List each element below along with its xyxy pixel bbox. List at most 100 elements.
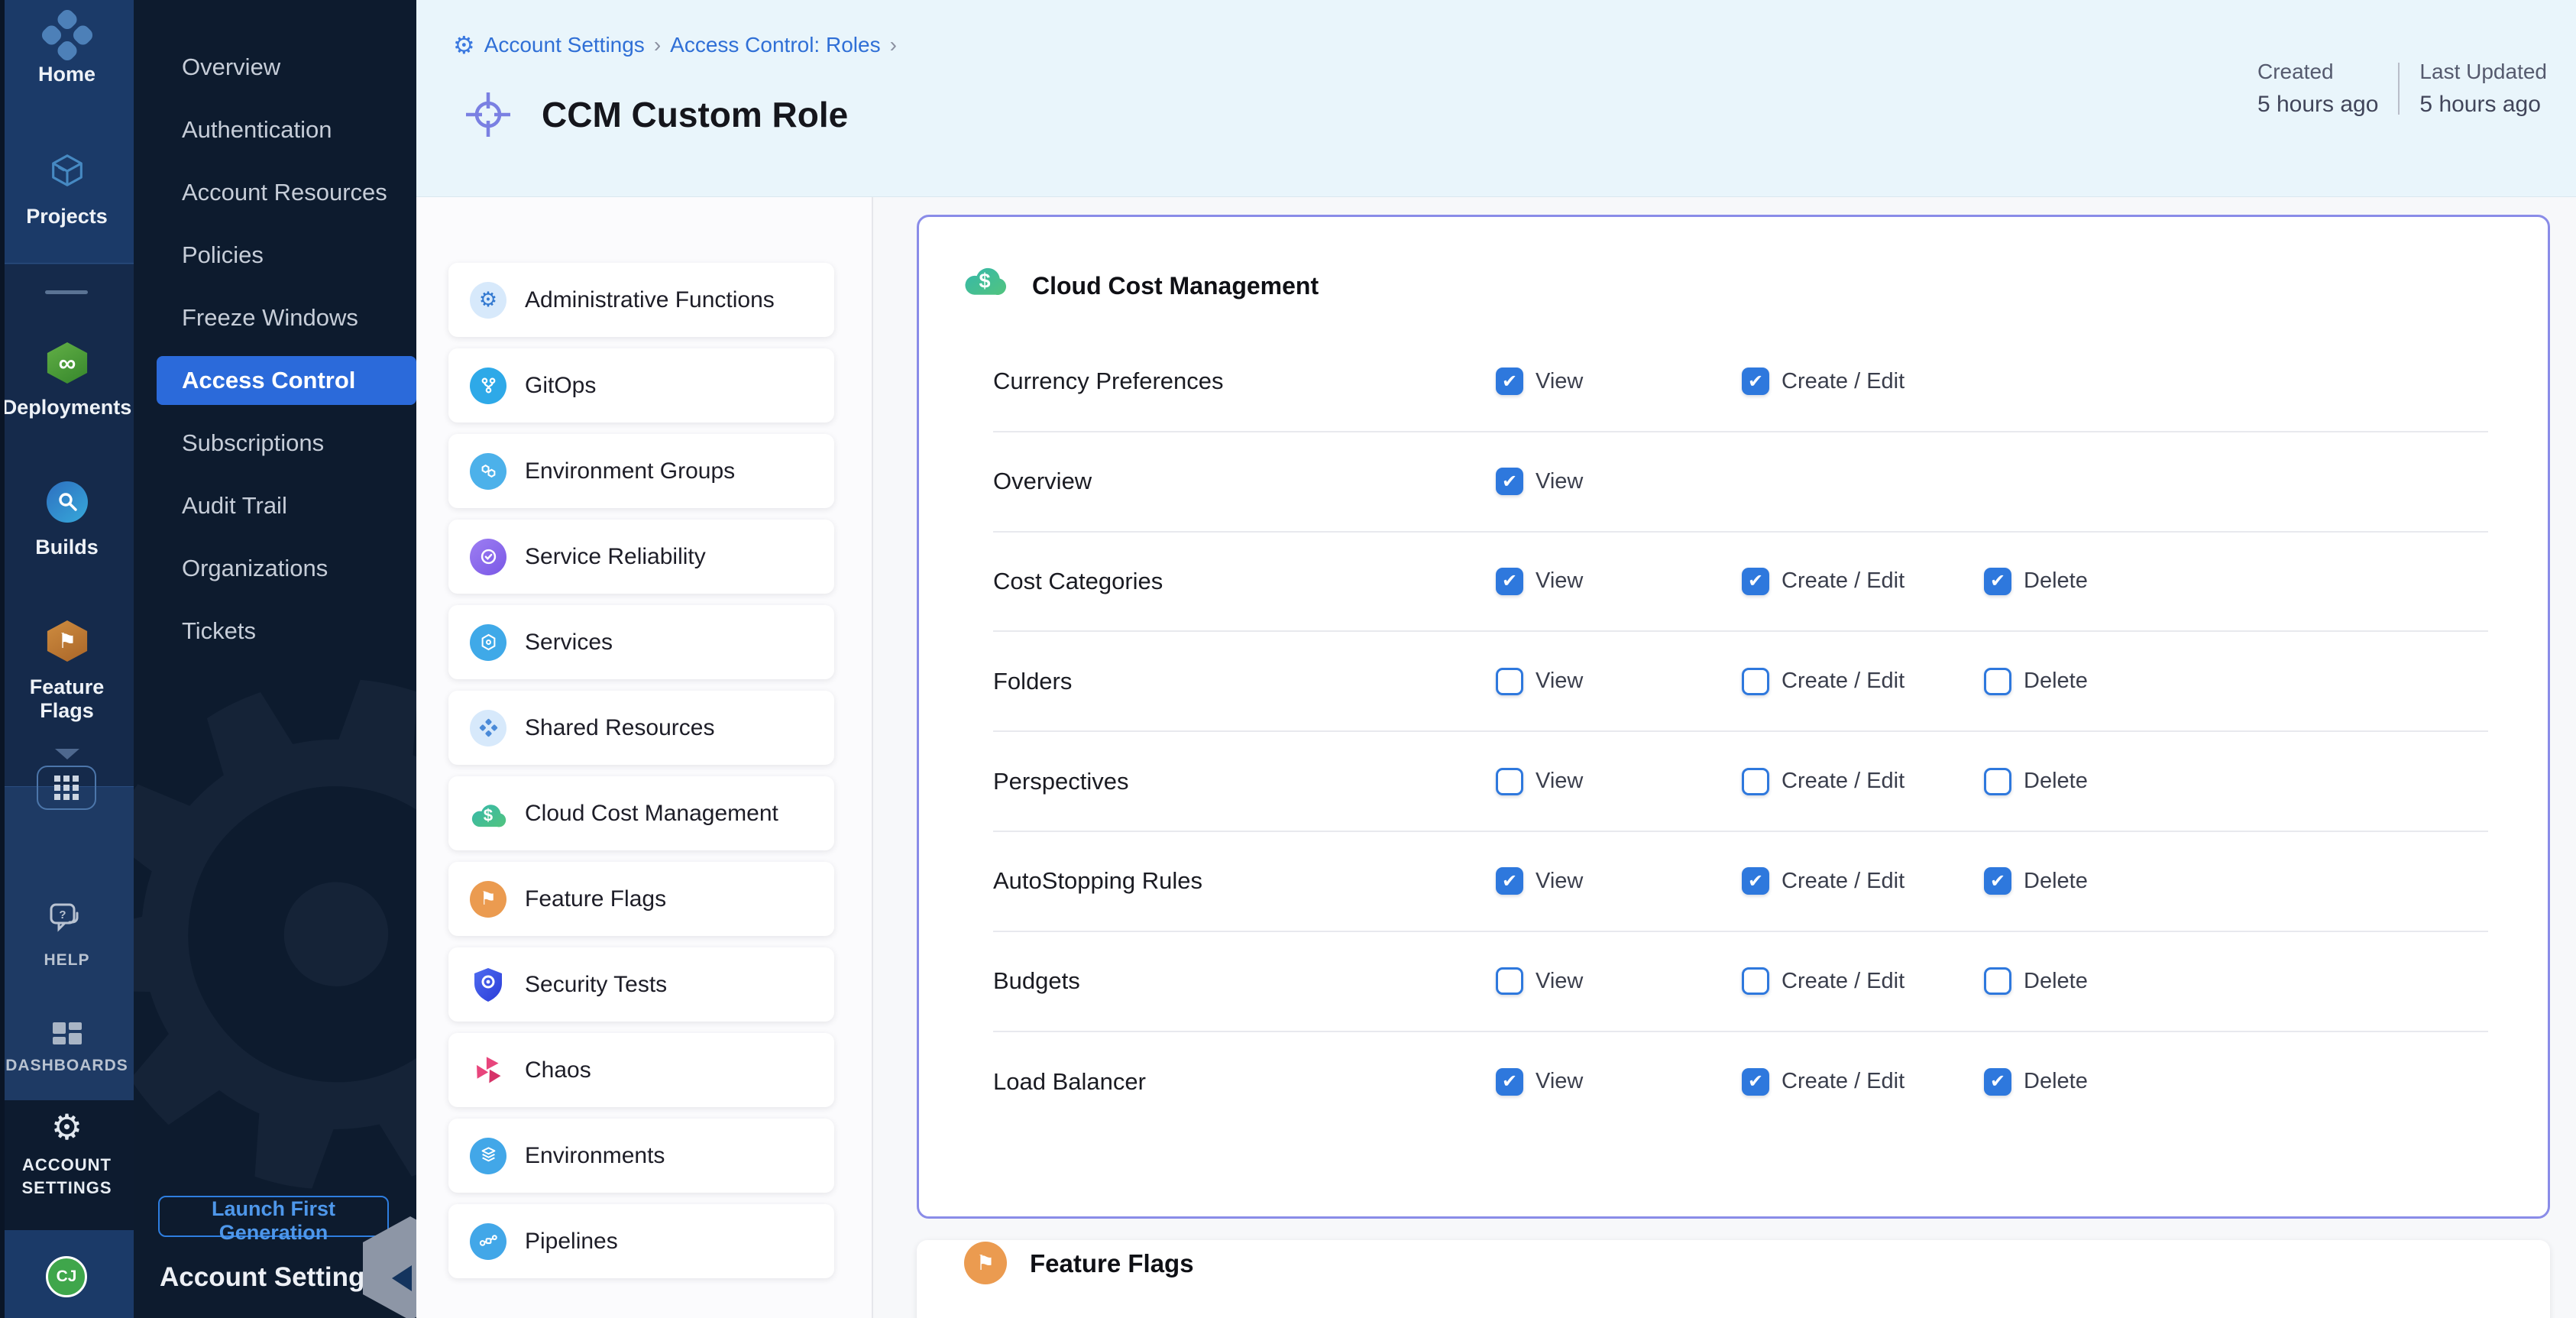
rail-item-deployments[interactable]: Deployments [0,396,134,419]
settings-nav-item-subscriptions[interactable]: Subscriptions [134,412,416,474]
checked-checkbox[interactable]: ✔ [1496,867,1523,895]
breadcrumb-link-roles[interactable]: Access Control: Roles [670,33,880,57]
rail-item-projects[interactable]: Projects [0,205,134,228]
permission-row-currency-preferences: Currency Preferences✔View✔Create / Edit [993,332,2488,432]
settings-nav-item-account-resources[interactable]: Account Resources [134,161,416,224]
permission-label: View [1536,568,1583,594]
permission-row-load-balancer: Load Balancer✔View✔Create / Edit✔Delete [993,1032,2488,1132]
magnifier-glyph [56,491,79,513]
svg-text:?: ? [59,908,66,921]
permission-label: Delete [2024,568,2088,594]
projects-cube-icon[interactable] [47,150,88,191]
resource-group-environments[interactable]: Environments [448,1119,834,1193]
resource-group-label: Environment Groups [525,458,735,484]
page-title: CCM Custom Role [542,94,848,135]
settings-nav-item-overview[interactable]: Overview [134,36,416,99]
chevron-down-icon[interactable] [55,749,79,759]
rail-modules-section: ∞ Deployments Builds ⚑ Feature Flags [0,264,134,787]
permission-cell-delete: ✔ Delete [1984,867,2088,895]
settings-nav-item-authentication[interactable]: Authentication [134,99,416,161]
ccm-cloud-icon: $ [470,795,506,832]
settings-nav-item-organizations[interactable]: Organizations [134,537,416,600]
settings-nav-item-audit-trail[interactable]: Audit Trail [134,474,416,537]
resource-group-services[interactable]: Services [448,605,834,679]
resource-group-cloud-cost-management[interactable]: $Cloud Cost Management [448,776,834,850]
checked-checkbox[interactable]: ✔ [1742,867,1769,895]
help-chat-icon[interactable]: ? [49,902,84,936]
permission-cell-view: ✔View [1496,368,1583,395]
unchecked-checkbox[interactable] [1496,768,1523,795]
rail-dash-divider [45,290,88,294]
rail-avatar-section: CJ [0,1230,134,1318]
module-picker-button[interactable] [37,766,96,810]
permission-name: Currency Preferences [993,368,1224,395]
deployments-icon[interactable]: ∞ [45,342,89,384]
checked-checkbox[interactable]: ✔ [1742,368,1769,395]
unchecked-checkbox[interactable] [1742,768,1769,795]
checked-checkbox[interactable]: ✔ [1984,1068,2011,1096]
svg-text:$: $ [979,269,991,292]
chaos-icon [470,1052,506,1089]
permission-name: Folders [993,668,1072,695]
home-icon[interactable] [39,7,95,63]
role-crosshair-icon [464,90,513,139]
unchecked-checkbox[interactable] [1496,668,1523,695]
rail-item-builds[interactable]: Builds [0,536,134,559]
resource-group-gitops[interactable]: GitOps [448,348,834,423]
rail-item-dashboards[interactable]: DASHBOARDS [0,1057,134,1075]
resource-group-administrative-functions[interactable]: ⚙Administrative Functions [448,263,834,337]
permission-label: Create / Edit [1782,369,1904,394]
unchecked-checkbox[interactable] [1742,967,1769,995]
permission-row-overview: Overview✔View [993,432,2488,533]
feature-flags-icon: ⚑ [470,881,506,918]
builds-icon[interactable] [47,481,88,523]
resource-group-service-reliability[interactable]: Service Reliability [448,520,834,594]
checked-checkbox[interactable]: ✔ [1742,568,1769,595]
resource-group-environment-groups[interactable]: Environment Groups [448,434,834,508]
unchecked-checkbox[interactable] [1742,668,1769,695]
resource-group-pipelines[interactable]: Pipelines [448,1204,834,1278]
rail-account-settings-active[interactable]: ⚙ ACCOUNT SETTINGS [0,1100,134,1230]
resource-group-feature-flags[interactable]: ⚑Feature Flags [448,862,834,936]
feature-flags-rail-icon[interactable]: ⚑ [45,620,89,662]
rail-item-feature-flags[interactable]: Feature Flags [0,675,134,723]
breadcrumb-separator: › [654,33,661,57]
settings-nav-item-tickets[interactable]: Tickets [134,600,416,662]
collapse-sidebar-icon[interactable] [392,1265,412,1291]
settings-nav-item-policies[interactable]: Policies [134,224,416,287]
breadcrumb: ⚙ Account Settings › Access Control: Rol… [453,31,897,60]
created-value: 5 hours ago [2257,92,2378,118]
unchecked-checkbox[interactable] [1984,668,2011,695]
unchecked-checkbox[interactable] [1496,967,1523,995]
permission-cell-create-edit: Create / Edit [1742,768,1904,795]
settings-nav-item-access-control[interactable]: Access Control [157,356,416,405]
permission-label: View [1536,869,1583,894]
dashboards-icon[interactable] [51,1021,83,1050]
unchecked-checkbox[interactable] [1984,768,2011,795]
checked-checkbox[interactable]: ✔ [1984,568,2011,595]
checked-checkbox[interactable]: ✔ [1984,867,2011,895]
checked-checkbox[interactable]: ✔ [1496,568,1523,595]
settings-nav-item-freeze-windows[interactable]: Freeze Windows [134,287,416,349]
checked-checkbox[interactable]: ✔ [1496,368,1523,395]
permission-cell-delete: Delete [1984,768,2088,795]
launch-first-generation-button[interactable]: Launch First Generation [158,1196,389,1237]
rail-item-help[interactable]: HELP [0,951,134,970]
permission-label: Delete [2024,969,2088,994]
resource-group-security-tests[interactable]: Security Tests [448,947,834,1022]
breadcrumb-link-account-settings[interactable]: Account Settings [484,33,645,57]
rail-item-home[interactable]: Home [0,63,134,86]
resource-group-shared-resources[interactable]: Shared Resources [448,691,834,765]
permission-cell-create-edit: ✔Create / Edit [1742,1068,1904,1096]
checked-checkbox[interactable]: ✔ [1742,1068,1769,1096]
resource-group-chaos[interactable]: Chaos [448,1033,834,1107]
permission-label: Delete [2024,869,2088,894]
content-body: ⚙Administrative Functions GitOps Environme… [416,197,2576,1318]
permission-cell-delete: ✔Delete [1984,1068,2088,1096]
user-avatar[interactable]: CJ [46,1256,87,1297]
permission-label: Create / Edit [1782,869,1904,894]
unchecked-checkbox[interactable] [1984,967,2011,995]
settings-nav-list: OverviewAuthenticationAccount ResourcesP… [134,36,416,662]
checked-checkbox[interactable]: ✔ [1496,468,1523,495]
checked-checkbox[interactable]: ✔ [1496,1068,1523,1096]
